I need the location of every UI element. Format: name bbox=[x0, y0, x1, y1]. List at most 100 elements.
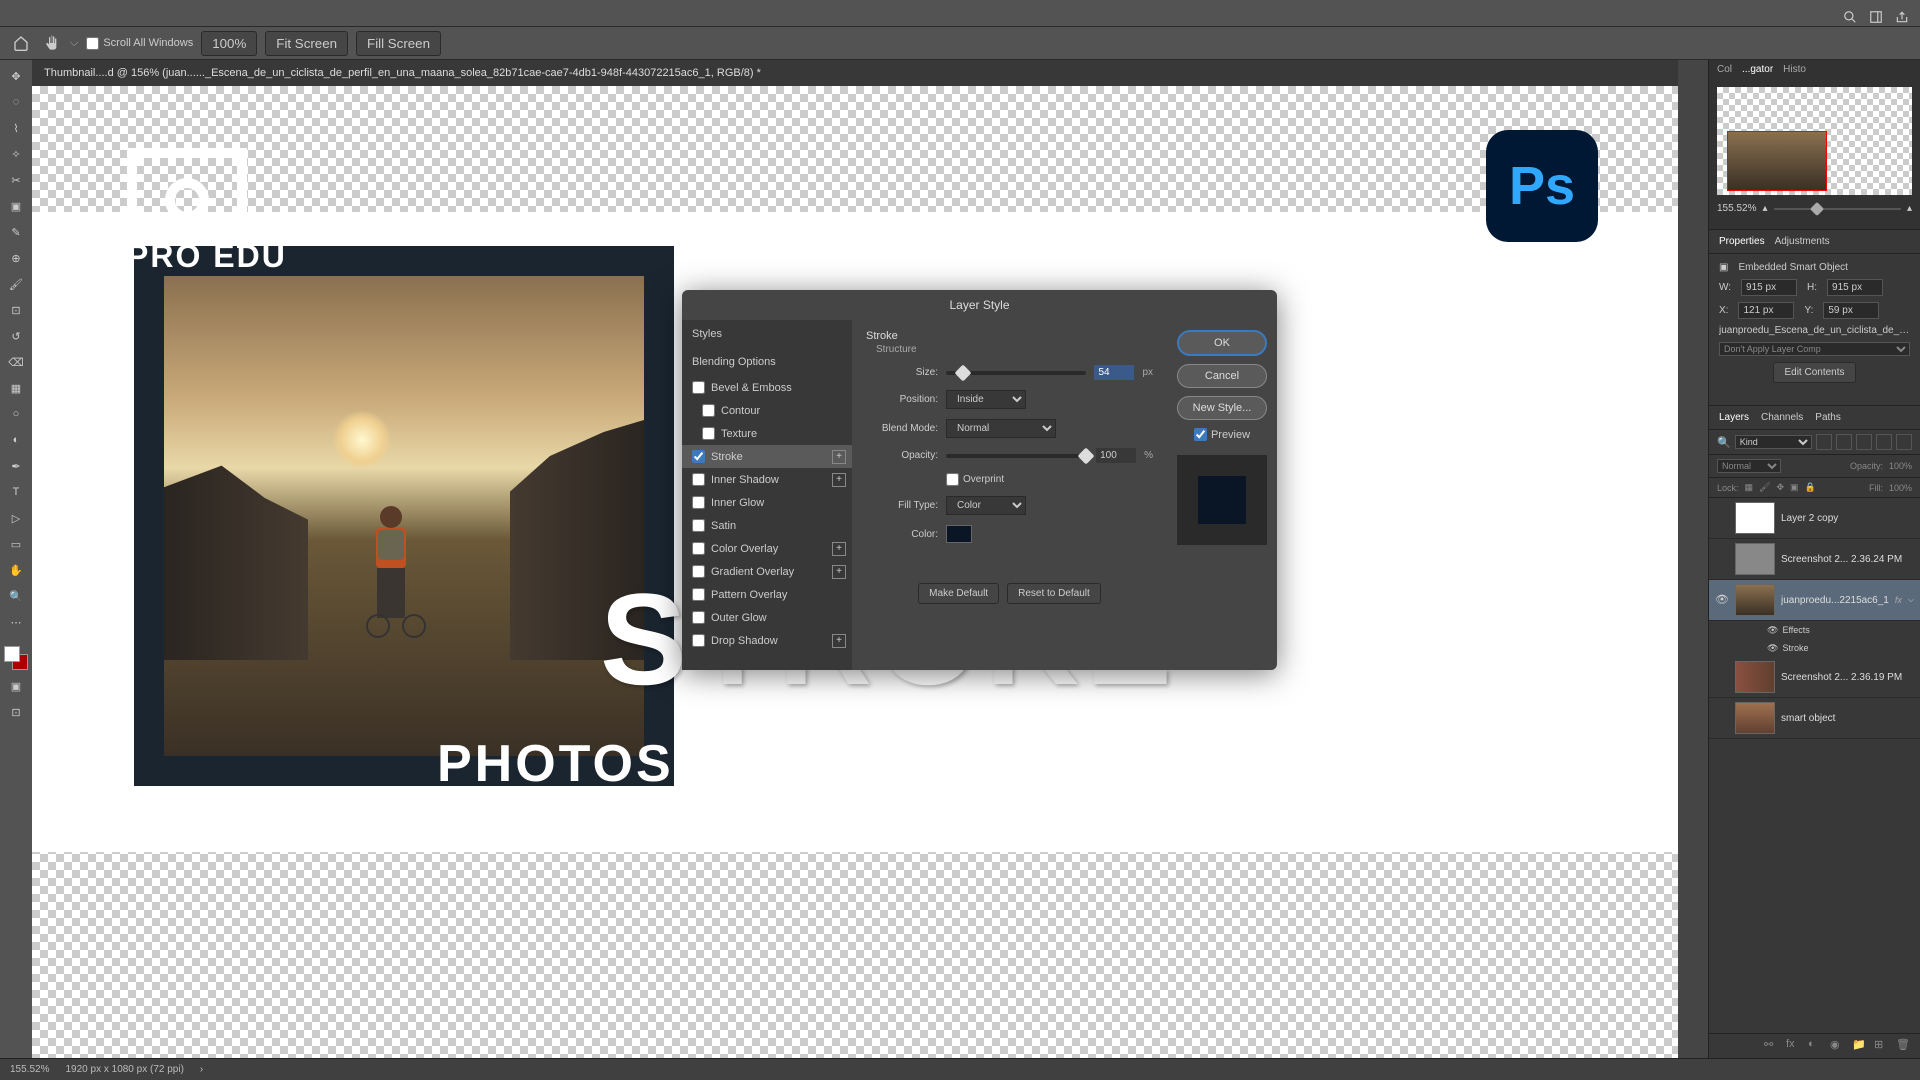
screenmode-icon[interactable]: ⊡ bbox=[5, 702, 27, 722]
blur-tool-icon[interactable]: ○ bbox=[5, 404, 27, 424]
reset-default-button[interactable]: Reset to Default bbox=[1007, 583, 1101, 604]
layer-row[interactable]: Screenshot 2... 2.36.19 PM bbox=[1709, 657, 1920, 698]
fx-badge[interactable]: fx bbox=[1895, 595, 1902, 605]
add-icon[interactable]: + bbox=[832, 450, 846, 464]
filter-pixel-icon[interactable] bbox=[1816, 434, 1832, 450]
visibility-icon[interactable] bbox=[1715, 552, 1729, 566]
pattern-overlay-item[interactable]: Pattern Overlay bbox=[682, 583, 852, 606]
x-input[interactable] bbox=[1738, 302, 1794, 319]
satin-item[interactable]: Satin bbox=[682, 514, 852, 537]
opacity-slider[interactable] bbox=[946, 454, 1088, 458]
edit-contents-button[interactable]: Edit Contents bbox=[1773, 362, 1855, 383]
zoom-100-button[interactable]: 100% bbox=[201, 31, 257, 56]
new-layer-icon[interactable]: ⊞ bbox=[1874, 1038, 1890, 1054]
scroll-all-checkbox[interactable]: Scroll All Windows bbox=[86, 37, 193, 50]
crop-tool-icon[interactable]: ✂ bbox=[5, 170, 27, 190]
visibility-icon[interactable] bbox=[1715, 670, 1729, 684]
search-icon[interactable] bbox=[1842, 9, 1858, 25]
stamp-tool-icon[interactable]: ⊡ bbox=[5, 300, 27, 320]
styles-header[interactable]: Styles bbox=[682, 320, 852, 348]
filter-shape-icon[interactable] bbox=[1876, 434, 1892, 450]
lock-nest-icon[interactable]: ▣ bbox=[1790, 482, 1799, 493]
opacity-input[interactable] bbox=[1096, 448, 1136, 463]
fill-value[interactable]: 100% bbox=[1889, 483, 1912, 493]
lasso-tool-icon[interactable]: ⌇ bbox=[5, 118, 27, 138]
zoom-slider[interactable] bbox=[1774, 208, 1901, 210]
doc-info[interactable]: 1920 px x 1080 px (72 ppi) bbox=[65, 1064, 183, 1075]
lock-trans-icon[interactable]: ▦ bbox=[1745, 482, 1754, 493]
type-tool-icon[interactable]: T bbox=[5, 482, 27, 502]
visibility-icon[interactable]: 👁 bbox=[1767, 643, 1778, 654]
navigator-thumbnail[interactable] bbox=[1717, 87, 1912, 195]
blendmode-select[interactable]: Normal bbox=[946, 419, 1056, 438]
inner-shadow-item[interactable]: Inner Shadow+ bbox=[682, 468, 852, 491]
layer-row[interactable]: Screenshot 2... 2.36.24 PM bbox=[1709, 539, 1920, 580]
lock-all-icon[interactable]: 🔒 bbox=[1805, 482, 1816, 493]
layer-row[interactable]: Layer 2 copy bbox=[1709, 498, 1920, 539]
filter-adjust-icon[interactable] bbox=[1836, 434, 1852, 450]
size-input[interactable] bbox=[1094, 365, 1134, 380]
effects-row[interactable]: 👁Effects bbox=[1709, 621, 1920, 639]
workspace-icon[interactable] bbox=[1868, 9, 1884, 25]
cancel-button[interactable]: Cancel bbox=[1177, 364, 1267, 388]
history-brush-icon[interactable]: ↺ bbox=[5, 326, 27, 346]
ok-button[interactable]: OK bbox=[1177, 330, 1267, 356]
zoom-status[interactable]: 155.52% bbox=[10, 1064, 49, 1075]
move-tool-icon[interactable]: ✥ bbox=[5, 66, 27, 86]
visibility-icon[interactable] bbox=[1715, 711, 1729, 725]
fx-icon[interactable]: fx bbox=[1786, 1038, 1802, 1054]
mask-icon[interactable]: ◐ bbox=[1808, 1038, 1824, 1054]
link-icon[interactable]: ⚯ bbox=[1764, 1038, 1780, 1054]
preview-checkbox[interactable]: Preview bbox=[1177, 428, 1267, 441]
w-input[interactable] bbox=[1741, 279, 1797, 296]
color-swatches[interactable] bbox=[4, 646, 28, 670]
lock-pos-icon[interactable]: ✥ bbox=[1776, 482, 1784, 493]
quickmask-icon[interactable]: ▣ bbox=[5, 676, 27, 696]
add-icon[interactable]: + bbox=[832, 634, 846, 648]
size-slider[interactable] bbox=[946, 371, 1086, 375]
position-select[interactable]: Inside bbox=[946, 390, 1026, 409]
stroke-item[interactable]: Stroke+ bbox=[682, 445, 852, 468]
tab-channels[interactable]: Channels bbox=[1761, 412, 1803, 423]
tab-history[interactable]: Histo bbox=[1783, 64, 1806, 75]
color-swatch[interactable] bbox=[946, 525, 972, 543]
chevron-down-icon[interactable]: ⌵ bbox=[1908, 595, 1914, 605]
fill-screen-button[interactable]: Fill Screen bbox=[356, 31, 441, 56]
visibility-icon[interactable] bbox=[1715, 511, 1729, 525]
eyedropper-tool-icon[interactable]: ✎ bbox=[5, 222, 27, 242]
outer-glow-item[interactable]: Outer Glow bbox=[682, 606, 852, 629]
chevron-down-icon[interactable]: ⌵ bbox=[70, 37, 78, 50]
bevel-emboss-item[interactable]: Bevel & Emboss bbox=[682, 376, 852, 399]
frame-tool-icon[interactable]: ▣ bbox=[5, 196, 27, 216]
texture-item[interactable]: Texture bbox=[682, 422, 852, 445]
zoom-out-icon[interactable]: ▴ bbox=[1762, 203, 1767, 214]
tab-paths[interactable]: Paths bbox=[1815, 412, 1841, 423]
group-icon[interactable]: 📁 bbox=[1852, 1038, 1868, 1054]
heal-tool-icon[interactable]: ⊕ bbox=[5, 248, 27, 268]
y-input[interactable] bbox=[1823, 302, 1879, 319]
hand-tool-icon-2[interactable]: ✋ bbox=[5, 560, 27, 580]
visibility-icon[interactable]: 👁 bbox=[1715, 593, 1729, 607]
inner-glow-item[interactable]: Inner Glow bbox=[682, 491, 852, 514]
gradient-tool-icon[interactable]: ▦ bbox=[5, 378, 27, 398]
filltype-select[interactable]: Color bbox=[946, 496, 1026, 515]
zoom-in-icon[interactable]: ▴ bbox=[1907, 203, 1912, 214]
add-icon[interactable]: + bbox=[832, 565, 846, 579]
contour-item[interactable]: Contour bbox=[682, 399, 852, 422]
layercomp-select[interactable]: Don't Apply Layer Comp bbox=[1719, 342, 1910, 356]
shape-tool-icon[interactable]: ▭ bbox=[5, 534, 27, 554]
overprint-checkbox[interactable]: Overprint bbox=[946, 473, 1018, 486]
wand-tool-icon[interactable]: ✧ bbox=[5, 144, 27, 164]
zoom-tool-icon[interactable]: 🔍 bbox=[5, 586, 27, 606]
fit-screen-button[interactable]: Fit Screen bbox=[265, 31, 348, 56]
visibility-icon[interactable]: 👁 bbox=[1767, 625, 1778, 636]
more-tool-icon[interactable]: ⋯ bbox=[5, 612, 27, 632]
marquee-tool-icon[interactable]: ◌ bbox=[5, 92, 27, 112]
make-default-button[interactable]: Make Default bbox=[918, 583, 999, 604]
new-style-button[interactable]: New Style... bbox=[1177, 396, 1267, 420]
filter-kind-select[interactable]: Kind bbox=[1735, 435, 1812, 449]
tab-layers[interactable]: Layers bbox=[1719, 412, 1749, 423]
hand-tool-icon[interactable] bbox=[40, 33, 62, 53]
filter-search-icon[interactable]: 🔍 bbox=[1717, 436, 1731, 449]
add-icon[interactable]: + bbox=[832, 542, 846, 556]
